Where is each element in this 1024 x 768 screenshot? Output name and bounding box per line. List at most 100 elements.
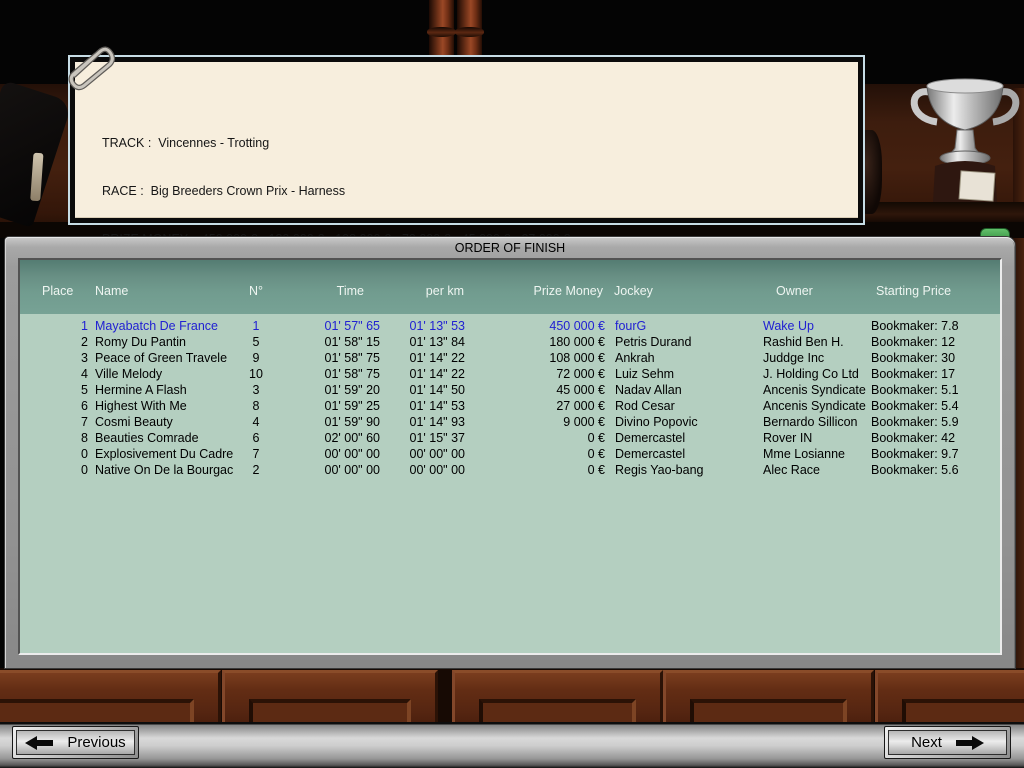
cell-per-km: 01' 13" 53 [384, 319, 465, 333]
cell-number: 10 [236, 367, 276, 381]
cell-starting-price: Bookmaker: 17 [871, 367, 997, 381]
cabinet-door [663, 670, 874, 722]
column-header-place: Place [42, 284, 73, 298]
cell-prize-money: 450 000 € [483, 319, 605, 333]
table-row[interactable]: 3 Peace of Green Travele 9 01' 58" 75 01… [20, 350, 1000, 366]
cell-place: 0 [42, 447, 88, 461]
right-arrow-icon [956, 736, 984, 750]
cell-number: 9 [236, 351, 276, 365]
cell-owner: Ancenis Syndicate [763, 399, 871, 413]
cell-place: 8 [42, 431, 88, 445]
table-row[interactable]: 7 Cosmi Beauty 4 01' 59" 90 01' 14" 93 9… [20, 414, 1000, 430]
cell-owner: Juddge Inc [763, 351, 871, 365]
cell-time: 01' 57" 65 [284, 319, 380, 333]
cell-per-km: 01' 14" 93 [384, 415, 465, 429]
cell-starting-price: Bookmaker: 42 [871, 431, 997, 445]
cell-starting-price: Bookmaker: 9.7 [871, 447, 997, 461]
cell-per-km: 00' 00" 00 [384, 447, 465, 461]
cell-starting-price: Bookmaker: 7.8 [871, 319, 997, 333]
cell-jockey: Ankrah [615, 351, 761, 365]
cell-prize-money: 45 000 € [483, 383, 605, 397]
previous-button-label: Previous [67, 734, 125, 751]
paperclip-icon [60, 38, 118, 98]
cell-starting-price: Bookmaker: 5.4 [871, 399, 997, 413]
cell-owner: Wake Up [763, 319, 871, 333]
cabinet-door [0, 670, 221, 722]
cell-prize-money: 27 000 € [483, 399, 605, 413]
table-row[interactable]: 8 Beauties Comrade 6 02' 00" 60 01' 15" … [20, 430, 1000, 446]
cell-prize-money: 0 € [483, 463, 605, 477]
cell-owner: Rashid Ben H. [763, 335, 871, 349]
table-rows: 1 Mayabatch De France 1 01' 57" 65 01' 1… [20, 318, 1000, 478]
cell-place: 7 [42, 415, 88, 429]
cell-jockey: Nadav Allan [615, 383, 761, 397]
cell-horse-name: Native On De la Bourgac [95, 463, 247, 477]
cell-time: 01' 58" 75 [284, 367, 380, 381]
cell-number: 7 [236, 447, 276, 461]
table-row[interactable]: 0 Native On De la Bourgac 2 00' 00" 00 0… [20, 462, 1000, 478]
cell-place: 1 [42, 319, 88, 333]
cell-number: 4 [236, 415, 276, 429]
cell-jockey: Demercastel [615, 447, 761, 461]
cell-number: 2 [236, 463, 276, 477]
column-header-name: Name [95, 284, 128, 298]
cell-number: 5 [236, 335, 276, 349]
cell-prize-money: 108 000 € [483, 351, 605, 365]
previous-button[interactable]: Previous [12, 726, 139, 759]
cell-jockey: Petris Durand [615, 335, 761, 349]
cell-horse-name: Romy Du Pantin [95, 335, 247, 349]
left-arrow-icon [25, 736, 53, 750]
cell-per-km: 01' 13" 84 [384, 335, 465, 349]
cell-starting-price: Bookmaker: 30 [871, 351, 997, 365]
race-info-sheet: TRACK : Vincennes - Trotting RACE : Big … [75, 62, 858, 218]
cell-per-km: 01' 14" 53 [384, 399, 465, 413]
cell-jockey: fourG [615, 319, 761, 333]
table-row[interactable]: 4 Ville Melody 10 01' 58" 75 01' 14" 22 … [20, 366, 1000, 382]
cabinet-background [0, 668, 1024, 722]
bottom-navigation-bar: Previous Next [0, 722, 1024, 768]
cell-time: 01' 59" 25 [284, 399, 380, 413]
panel-title: ORDER OF FINISH [5, 241, 1015, 255]
race-info-track: TRACK : Vincennes - Trotting [102, 135, 570, 151]
table-row[interactable]: 5 Hermine A Flash 3 01' 59" 20 01' 14" 5… [20, 382, 1000, 398]
column-header-per-km: per km [384, 284, 464, 298]
cabinet-door [222, 670, 438, 722]
table-header: Place Name N° Time per km Prize Money Jo… [20, 260, 1000, 314]
column-header-time: Time [284, 284, 364, 298]
cell-per-km: 01' 14" 22 [384, 367, 465, 381]
cabinet-door [452, 670, 663, 722]
table-row[interactable]: 1 Mayabatch De France 1 01' 57" 65 01' 1… [20, 318, 1000, 334]
table-row[interactable]: 6 Highest With Me 8 01' 59" 25 01' 14" 5… [20, 398, 1000, 414]
cell-jockey: Luiz Sehm [615, 367, 761, 381]
cell-time: 01' 58" 75 [284, 351, 380, 365]
cell-jockey: Regis Yao-bang [615, 463, 761, 477]
cell-number: 8 [236, 399, 276, 413]
cell-horse-name: Explosivement Du Cadre [95, 447, 247, 461]
cell-number: 6 [236, 431, 276, 445]
cell-jockey: Demercastel [615, 431, 761, 445]
cell-jockey: Divino Popovic [615, 415, 761, 429]
column-header-owner: Owner [776, 284, 813, 298]
cell-horse-name: Cosmi Beauty [95, 415, 247, 429]
table-row[interactable]: 0 Explosivement Du Cadre 7 00' 00" 00 00… [20, 446, 1000, 462]
cell-time: 02' 00" 60 [284, 431, 380, 445]
cell-per-km: 01' 14" 50 [384, 383, 465, 397]
next-button[interactable]: Next [884, 726, 1011, 759]
cell-starting-price: Bookmaker: 5.1 [871, 383, 997, 397]
cell-place: 6 [42, 399, 88, 413]
cell-starting-price: Bookmaker: 5.9 [871, 415, 997, 429]
column-header-number: N° [236, 284, 276, 298]
cell-time: 00' 00" 00 [284, 447, 380, 461]
cell-number: 1 [236, 319, 276, 333]
table-row[interactable]: 2 Romy Du Pantin 5 01' 58" 15 01' 13" 84… [20, 334, 1000, 350]
trophy-icon [905, 56, 1024, 226]
cell-horse-name: Mayabatch De France [95, 319, 247, 333]
cell-horse-name: Ville Melody [95, 367, 247, 381]
cell-per-km: 01' 15" 37 [384, 431, 465, 445]
cabinet-door [875, 670, 1024, 722]
cell-time: 01' 59" 20 [284, 383, 380, 397]
order-of-finish-panel: ORDER OF FINISH Place Name N° Time per k… [5, 237, 1015, 668]
cell-starting-price: Bookmaker: 12 [871, 335, 997, 349]
cell-horse-name: Highest With Me [95, 399, 247, 413]
cell-time: 01' 58" 15 [284, 335, 380, 349]
